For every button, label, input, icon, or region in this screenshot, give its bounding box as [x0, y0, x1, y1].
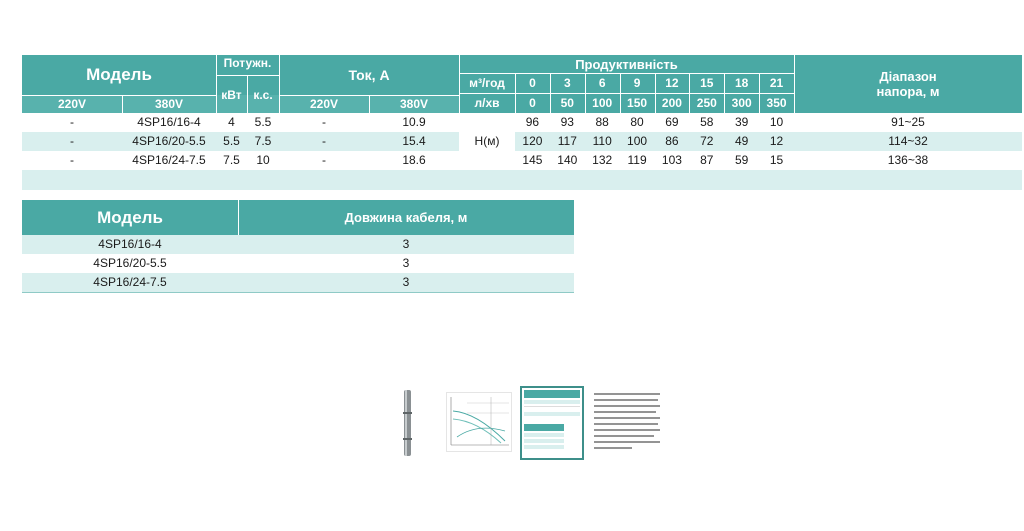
pump-image-icon — [403, 390, 412, 456]
row-head-value: 10 — [769, 115, 784, 129]
row-kw: 5.5 — [223, 134, 240, 148]
row-head-value: 49 — [735, 134, 749, 148]
row-head-value: 88 — [595, 115, 609, 129]
row-220v: - — [70, 134, 74, 148]
header-flow-l-col: 0 — [529, 96, 536, 110]
header-current: Ток, А — [348, 67, 390, 83]
table-footer-band — [22, 170, 1022, 190]
row-head-value: 58 — [700, 115, 714, 129]
row-head-value: 100 — [627, 134, 648, 148]
row-model: 4SP16/20-5.5 — [132, 134, 206, 148]
row-current-380v: 15.4 — [402, 134, 426, 148]
row-kw: 4 — [228, 115, 235, 129]
header-flow-m3-col: 15 — [700, 76, 714, 90]
thumbnail-strip — [396, 386, 666, 460]
header-flow-m3-col: 6 — [598, 76, 606, 90]
header-380v: 380V — [154, 97, 184, 111]
row-head-value: 80 — [630, 115, 644, 129]
row-220v: - — [70, 115, 74, 129]
row-head-value: 145 — [522, 153, 543, 167]
row-head-value: 120 — [522, 134, 543, 148]
row-head-value: 117 — [557, 134, 577, 148]
header-flow-m3-col: 18 — [735, 76, 749, 90]
header-flow-l-col: 300 — [731, 96, 752, 110]
cable-row-model: 4SP16/16-4 — [98, 237, 162, 251]
row-head-value: 15 — [769, 153, 784, 167]
row-model: 4SP16/16-4 — [137, 115, 201, 129]
row-head-value: 140 — [557, 153, 578, 167]
header-flow-m3-col: 3 — [563, 76, 571, 90]
header-flow-l: л/хв — [474, 96, 500, 110]
row-head-value: 39 — [735, 115, 749, 129]
header-hp: к.с. — [253, 88, 273, 102]
header-power: Потужн. — [223, 56, 272, 70]
cable-row-length: 3 — [402, 237, 410, 251]
cable-row-length: 3 — [402, 275, 410, 289]
row-current-220v: - — [322, 134, 326, 148]
header-220v: 220V — [57, 97, 87, 111]
row-hp: 10 — [256, 153, 270, 167]
row-current-380v: 18.6 — [402, 153, 426, 167]
table-thumbnail[interactable] — [520, 386, 584, 460]
cable-row-length: 3 — [402, 256, 410, 270]
header-kw: кВт — [221, 88, 242, 102]
row-hp: 5.5 — [254, 115, 272, 129]
row-kw: 7.5 — [223, 153, 240, 167]
row-head-value: 96 — [525, 115, 540, 129]
cable-row-model: 4SP16/24-7.5 — [93, 275, 167, 289]
cable-row-model: 4SP16/20-5.5 — [93, 256, 167, 270]
header-range: Діапазон напора, м — [876, 69, 940, 99]
header-flow-l-col: 50 — [560, 96, 574, 110]
row-range: 91~25 — [891, 115, 925, 129]
row-current-220v: - — [322, 153, 326, 167]
header-flow-m3-col: 9 — [633, 76, 641, 90]
cable-table: Модель Довжина кабеля, м 4SP16/16-4 3 4SP1… — [22, 200, 574, 294]
header-flow-m3-col: 12 — [665, 76, 679, 90]
cable-header-length: Довжина кабеля, м — [238, 200, 574, 235]
text-lines-icon — [594, 393, 660, 449]
description-thumbnail[interactable] — [592, 390, 662, 454]
pump-thumbnail[interactable] — [396, 388, 418, 458]
performance-curve-thumbnail[interactable] — [446, 392, 512, 452]
row-hp: 7.5 — [254, 134, 272, 148]
row-head-value: 72 — [700, 134, 714, 148]
row-head-value: 87 — [700, 153, 714, 167]
header-flow-l-col: 150 — [627, 96, 648, 110]
header-model: Модель — [86, 65, 152, 84]
row-model: 4SP16/24-7.5 — [132, 153, 206, 167]
performance-table: Модель Потужн. кВт к.с. Ток, А Продуктив… — [22, 55, 1022, 191]
row-head-value: 103 — [661, 153, 682, 167]
row-220v: - — [70, 153, 74, 167]
header-flow-l-col: 100 — [592, 96, 613, 110]
row-head-value: 132 — [592, 153, 613, 167]
row-head-value: 110 — [592, 134, 612, 148]
header-productivity: Продуктивність — [575, 56, 678, 72]
cable-header-model: Модель — [22, 200, 238, 235]
row-head-value: 59 — [735, 153, 749, 167]
header-flow-l-col: 200 — [661, 96, 682, 110]
row-head-value: 93 — [560, 115, 574, 129]
header-current-220v: 220V — [309, 97, 339, 111]
row-current-380v: 10.9 — [402, 115, 426, 129]
header-flow-m3-col: 21 — [769, 76, 784, 90]
header-flow-l-col: 350 — [766, 96, 787, 110]
row-current-220v: - — [322, 115, 326, 129]
head-unit-label: H(м) — [474, 134, 500, 148]
header-current-380v: 380V — [399, 97, 429, 111]
row-head-value: 119 — [627, 153, 647, 167]
row-head-value: 86 — [665, 134, 679, 148]
row-head-value: 69 — [665, 115, 679, 129]
row-range: 114~32 — [888, 134, 928, 148]
row-head-value: 12 — [769, 134, 784, 148]
header-flow-l-col: 250 — [696, 96, 717, 110]
row-range: 136~38 — [887, 153, 929, 167]
header-flow-m3-col: 0 — [529, 76, 536, 90]
header-flow-m3: м³/год — [469, 76, 505, 90]
curve-chart-icon — [450, 397, 509, 446]
